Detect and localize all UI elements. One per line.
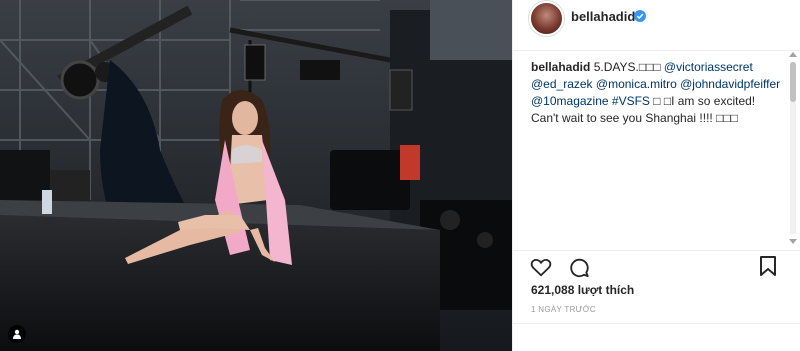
likes-count[interactable]: 621,088 lượt thích [531,283,634,297]
bookmark-icon[interactable] [759,256,777,276]
action-bar [513,250,800,281]
caption-text-1: 5.DAYS.□□□ [593,60,664,74]
caption-username[interactable]: bellahadid [531,60,590,74]
mention-link[interactable]: @victoriassecret [664,60,753,74]
scroll-thumb[interactable] [790,62,796,102]
photo-scene [0,0,512,351]
heart-icon[interactable] [530,256,552,278]
comment-box-area[interactable] [513,323,800,351]
comment-icon[interactable] [568,256,590,278]
caption: bellahadid 5.DAYS.□□□ @victoriassecret @… [531,59,786,127]
post-timestamp[interactable]: 1 NGÀY TRƯỚC [531,305,596,314]
post-side-panel: bellahadid bellahadid 5.DAYS.□□□ @victor… [512,0,800,351]
caption-scrollbar[interactable] [788,50,798,246]
mention-link[interactable]: @10magazine [531,94,609,108]
avatar[interactable] [529,1,564,36]
user-tag-icon[interactable] [8,325,26,343]
mention-link[interactable]: @johndavidpfeiffer [680,77,780,91]
post-header: bellahadid [513,0,800,51]
scroll-up-icon[interactable] [789,52,797,57]
mention-link[interactable]: @ed_razek [531,77,593,91]
scroll-down-icon[interactable] [789,239,797,244]
header-username[interactable]: bellahadid [571,9,635,24]
verified-badge-icon [634,10,646,22]
hashtag-link[interactable]: #VSFS [612,94,650,108]
mention-link[interactable]: @monica.mitro [596,77,677,91]
post-photo[interactable] [0,0,512,351]
